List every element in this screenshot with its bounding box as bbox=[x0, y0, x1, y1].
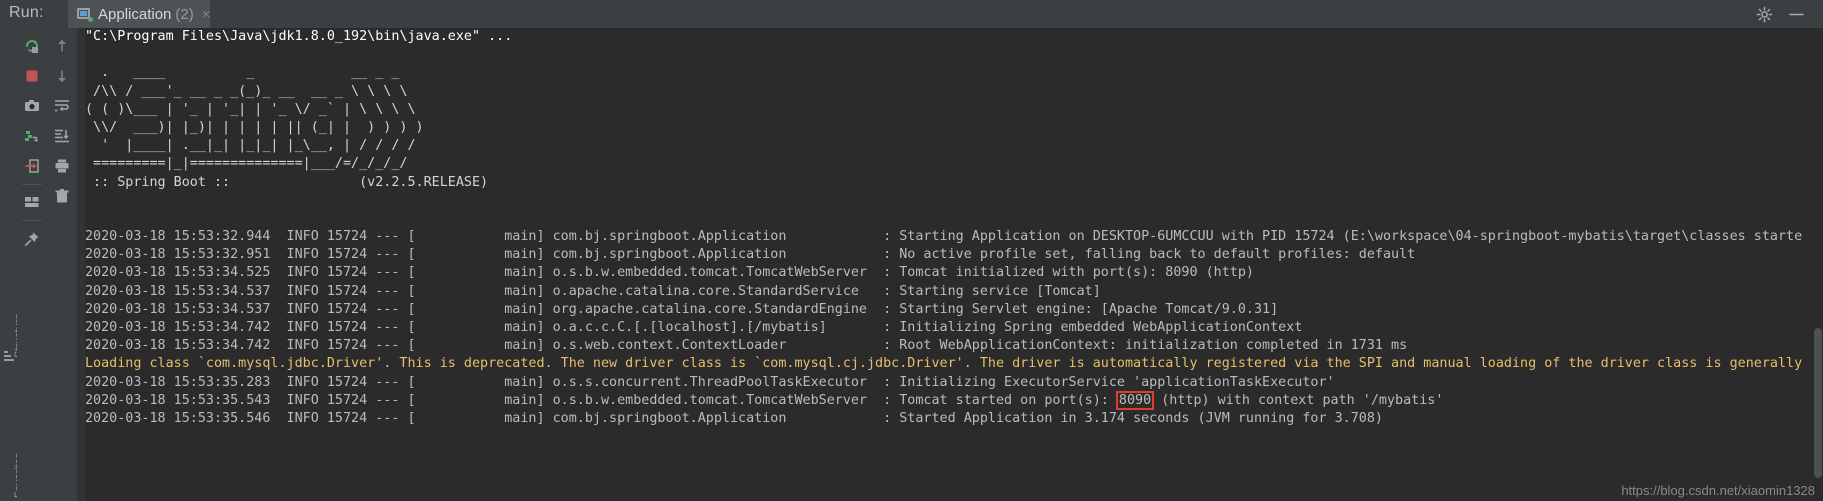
pin-button[interactable] bbox=[20, 227, 44, 251]
tab-application-label: Application bbox=[98, 5, 172, 23]
console-scrollbar[interactable] bbox=[1813, 28, 1823, 501]
layout-icon bbox=[25, 197, 39, 207]
console-toolbar-secondary bbox=[47, 28, 77, 501]
log-text-suffix: (http) with context path '/mybatis' bbox=[1153, 392, 1444, 408]
log-line: 2020-03-18 15:53:35.546 INFO 15724 --- [… bbox=[85, 410, 1383, 426]
rerun-icon bbox=[25, 40, 38, 53]
clear-button[interactable] bbox=[50, 184, 74, 208]
log-line: 2020-03-18 15:53:34.742 INFO 15724 --- [… bbox=[85, 338, 1408, 354]
console-gutter bbox=[77, 28, 85, 501]
toolbar-divider bbox=[22, 184, 42, 185]
banner-line: . ____ _ __ _ _ bbox=[85, 65, 400, 81]
log-line-warning: Loading class `com.mysql.jdbc.Driver'. T… bbox=[85, 356, 1803, 372]
log-line: 2020-03-18 15:53:35.283 INFO 15724 --- [… bbox=[85, 374, 1335, 390]
gear-icon[interactable] bbox=[1756, 6, 1773, 23]
tab-application-count: (2) bbox=[175, 5, 194, 23]
thread-dump-button[interactable] bbox=[20, 124, 44, 148]
stop-icon bbox=[26, 70, 38, 82]
application-window-icon bbox=[77, 7, 93, 22]
print-icon bbox=[55, 159, 69, 173]
banner-line: ' |____| .__|_| |_|_| |_\__, | / / / / bbox=[85, 138, 416, 154]
soft-wrap-icon bbox=[55, 100, 69, 112]
toolbar-divider-2 bbox=[22, 220, 42, 221]
rerun-button[interactable] bbox=[20, 34, 44, 58]
log-line: 2020-03-18 15:53:32.951 INFO 15724 --- [… bbox=[85, 247, 1416, 263]
minimize-icon[interactable] bbox=[1788, 6, 1805, 23]
scroll-to-end-icon bbox=[55, 129, 69, 143]
close-icon[interactable]: × bbox=[202, 6, 211, 23]
tool-window-rail: Structure Favorites bbox=[0, 28, 25, 501]
banner-line: /\\ / ___'_ __ _ _(_)_ __ __ _ \ \ \ \ bbox=[85, 83, 408, 99]
banner-version-line: :: Spring Boot :: (v2.2.5.RELEASE) bbox=[85, 174, 489, 190]
stop-button[interactable] bbox=[20, 64, 44, 88]
export-button[interactable] bbox=[20, 154, 44, 178]
camera-icon bbox=[25, 100, 39, 111]
screenshot-button[interactable] bbox=[20, 94, 44, 118]
print-button[interactable] bbox=[50, 154, 74, 178]
banner-line: ( ( )\___ | '_ | '_| | '_ \/ _` | \ \ \ … bbox=[85, 101, 416, 117]
log-line: 2020-03-18 15:53:34.537 INFO 15724 --- [… bbox=[85, 301, 1279, 317]
soft-wrap-button[interactable] bbox=[50, 94, 74, 118]
log-line: 2020-03-18 15:53:32.944 INFO 15724 --- [… bbox=[85, 229, 1803, 245]
up-button[interactable] bbox=[50, 34, 74, 58]
layout-button[interactable] bbox=[20, 190, 44, 214]
thread-dump-icon bbox=[25, 131, 38, 142]
console-scrollbar-thumb[interactable] bbox=[1814, 328, 1822, 478]
log-line: 2020-03-18 15:53:34.525 INFO 15724 --- [… bbox=[85, 265, 1254, 281]
arrow-up-icon bbox=[58, 39, 66, 52]
structure-icon bbox=[4, 346, 15, 361]
run-window-label: Run: bbox=[9, 4, 44, 21]
scroll-end-button[interactable] bbox=[50, 124, 74, 148]
watermark-text: https://blog.csdn.net/xiaomin1328 bbox=[1621, 483, 1815, 498]
banner-line: \\/ ___)| |_)| | | | | || (_| | ) ) ) ) bbox=[85, 119, 424, 135]
tab-application[interactable]: Application (2) × bbox=[68, 0, 211, 30]
down-button[interactable] bbox=[50, 64, 74, 88]
console-output-panel[interactable]: "C:\Program Files\Java\jdk1.8.0_192\bin\… bbox=[77, 28, 1823, 501]
console-text-area[interactable]: "C:\Program Files\Java\jdk1.8.0_192\bin\… bbox=[85, 28, 1823, 501]
trash-icon bbox=[55, 189, 69, 203]
pin-icon bbox=[24, 232, 39, 246]
log-line: 2020-03-18 15:53:34.742 INFO 15724 --- [… bbox=[85, 320, 1303, 335]
log-text-prefix: 2020-03-18 15:53:35.543 INFO 15724 --- [… bbox=[85, 392, 1117, 408]
run-toolwindow-header: Run: Application (2) × bbox=[0, 0, 1823, 30]
console-toolbar-primary bbox=[17, 28, 47, 501]
highlighted-port-value: 8090 bbox=[1115, 390, 1155, 410]
banner-line: =========|_|==============|___/=/_/_/_/ bbox=[85, 156, 408, 172]
arrow-down-icon bbox=[58, 70, 66, 83]
console-command-line: "C:\Program Files\Java\jdk1.8.0_192\bin\… bbox=[85, 29, 513, 44]
ide-run-console-window: Run: Application (2) × "C:\Program Files… bbox=[0, 0, 1823, 501]
export-icon bbox=[25, 159, 39, 173]
log-line-tomcat-started: 2020-03-18 15:53:35.543 INFO 15724 --- [… bbox=[85, 390, 1823, 410]
log-line: 2020-03-18 15:53:34.537 INFO 15724 --- [… bbox=[85, 283, 1101, 299]
